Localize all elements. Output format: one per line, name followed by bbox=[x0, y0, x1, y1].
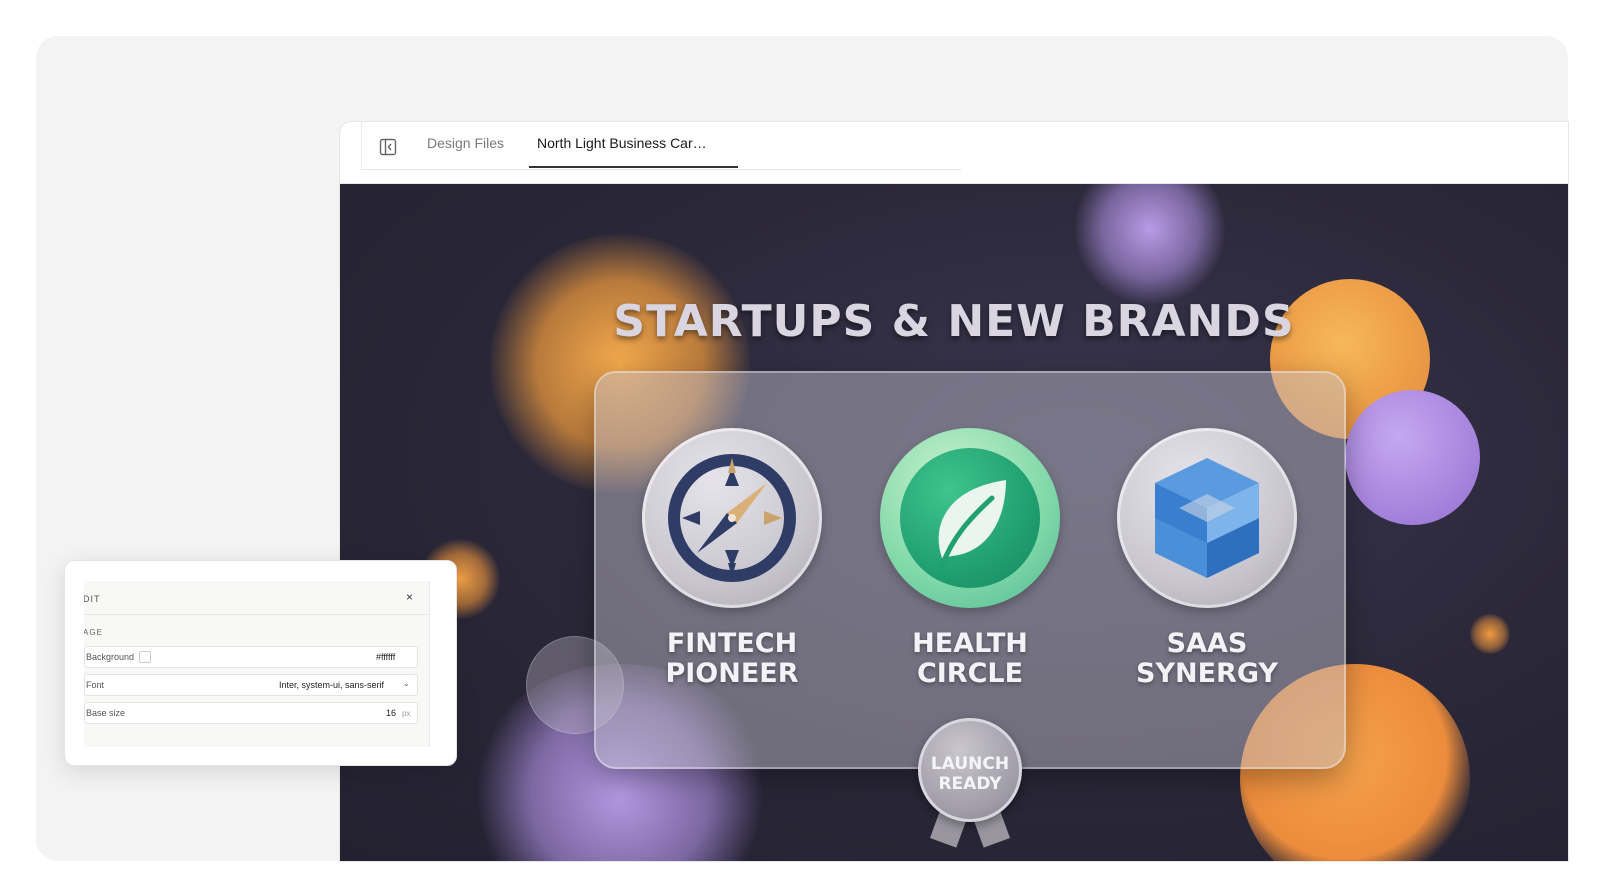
leaf-icon bbox=[938, 480, 1006, 569]
saas-label: SAAS SYNERGY bbox=[1087, 629, 1327, 689]
fintech-label: FINTECH PIONEER bbox=[612, 629, 852, 689]
cube-logo-icon bbox=[1155, 458, 1259, 578]
seal-line1: LAUNCH bbox=[930, 754, 1010, 774]
background-value[interactable]: #ffffff bbox=[376, 652, 395, 662]
launch-ready-seal: LAUNCH READY bbox=[918, 718, 1022, 822]
font-row[interactable]: Font Inter, system-ui, sans-serif ⌄ bbox=[84, 674, 418, 696]
active-tab-indicator bbox=[529, 166, 738, 168]
edit-panel: DIT × AGE Background #ffffff Font Inter,… bbox=[84, 581, 430, 747]
canvas-headline: STARTUPS & NEW BRANDS bbox=[613, 296, 1295, 347]
saas-line2: SYNERGY bbox=[1136, 658, 1278, 689]
base-size-label: Base size bbox=[86, 708, 126, 718]
bokeh-purple-top bbox=[1075, 184, 1225, 304]
section-label: AGE bbox=[84, 628, 103, 637]
seal-line2: READY bbox=[938, 774, 1002, 794]
tab-business-card[interactable]: North Light Business Car… bbox=[537, 135, 707, 151]
health-line1: HEALTH bbox=[912, 628, 1028, 659]
base-size-unit: px bbox=[402, 709, 411, 718]
panel-divider bbox=[84, 614, 429, 615]
bokeh-orange-tiny bbox=[1470, 614, 1510, 654]
health-badge bbox=[880, 428, 1060, 608]
fintech-badge bbox=[642, 428, 822, 608]
health-line2: CIRCLE bbox=[916, 658, 1024, 689]
fintech-line1: FINTECH bbox=[666, 628, 798, 659]
fintech-line2: PIONEER bbox=[665, 658, 799, 689]
background-label: Background bbox=[86, 652, 135, 662]
design-canvas[interactable]: STARTUPS & NEW BRANDS FINTECH PIONEER HE… bbox=[340, 184, 1568, 861]
bokeh-purple-right bbox=[1345, 390, 1480, 525]
color-swatch[interactable] bbox=[139, 651, 151, 663]
saas-badge bbox=[1117, 428, 1297, 608]
compass-icon bbox=[668, 454, 796, 582]
tab-bar: Design Files North Light Business Car… bbox=[340, 122, 1568, 184]
font-label: Font bbox=[86, 680, 105, 690]
font-select-value[interactable]: Inter, system-ui, sans-serif bbox=[279, 680, 384, 690]
sidebar-toggle-icon[interactable] bbox=[379, 138, 397, 156]
background-row[interactable]: Background #ffffff bbox=[84, 646, 418, 668]
base-size-row[interactable]: Base size 16 px bbox=[84, 702, 418, 724]
tab-design-files[interactable]: Design Files bbox=[427, 135, 504, 151]
editor-window: Design Files North Light Business Car… S… bbox=[340, 122, 1568, 861]
tab-strip: Design Files North Light Business Car… bbox=[361, 122, 961, 170]
panel-title: DIT bbox=[84, 594, 101, 604]
health-label: HEALTH CIRCLE bbox=[850, 629, 1090, 689]
saas-line1: SAAS bbox=[1166, 628, 1248, 659]
chevron-down-icon[interactable]: ⌄ bbox=[403, 679, 410, 688]
base-size-input[interactable]: 16 bbox=[386, 708, 396, 718]
edit-panel-card: DIT × AGE Background #ffffff Font Inter,… bbox=[64, 560, 457, 766]
close-icon[interactable]: × bbox=[406, 590, 413, 604]
